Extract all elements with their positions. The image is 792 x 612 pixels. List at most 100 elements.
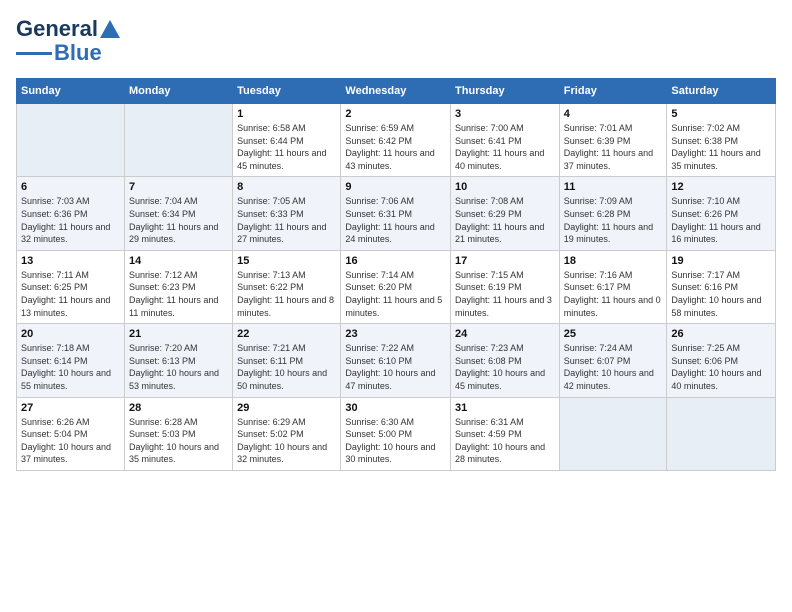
day-number: 31 bbox=[455, 402, 555, 414]
calendar-cell bbox=[17, 104, 125, 177]
day-number: 14 bbox=[129, 255, 228, 267]
calendar-cell: 21 Sunrise: 7:20 AMSunset: 6:13 PMDayligh… bbox=[124, 324, 232, 397]
logo-general: General bbox=[16, 16, 98, 42]
day-number: 3 bbox=[455, 108, 555, 120]
calendar-cell: 4 Sunrise: 7:01 AMSunset: 6:39 PMDaylight… bbox=[559, 104, 667, 177]
calendar-cell: 17 Sunrise: 7:15 AMSunset: 6:19 PMDayligh… bbox=[451, 250, 560, 323]
day-detail: Sunrise: 7:14 AMSunset: 6:20 PMDaylight:… bbox=[345, 269, 446, 319]
day-number: 24 bbox=[455, 328, 555, 340]
day-number: 16 bbox=[345, 255, 446, 267]
day-detail: Sunrise: 7:02 AMSunset: 6:38 PMDaylight:… bbox=[671, 122, 771, 172]
logo-blue: Blue bbox=[54, 40, 102, 66]
calendar-cell bbox=[124, 104, 232, 177]
calendar-cell: 19Sunrise: 7:17 AMSunset: 6:16 PMDayligh… bbox=[667, 250, 776, 323]
calendar-cell: 24 Sunrise: 7:23 AMSunset: 6:08 PMDayligh… bbox=[451, 324, 560, 397]
calendar-cell: 22 Sunrise: 7:21 AMSunset: 6:11 PMDayligh… bbox=[233, 324, 341, 397]
calendar-cell: 31 Sunrise: 6:31 AMSunset: 4:59 PMDayligh… bbox=[451, 397, 560, 470]
day-number: 20 bbox=[21, 328, 120, 340]
calendar-week-4: 20 Sunrise: 7:18 AMSunset: 6:14 PMDayligh… bbox=[17, 324, 776, 397]
calendar-cell: 10 Sunrise: 7:08 AMSunset: 6:29 PMDayligh… bbox=[451, 177, 560, 250]
day-number: 9 bbox=[345, 181, 446, 193]
day-number: 7 bbox=[129, 181, 228, 193]
day-detail: Sunrise: 7:17 AMSunset: 6:16 PMDaylight:… bbox=[671, 269, 771, 319]
day-number: 18 bbox=[564, 255, 663, 267]
day-number: 12 bbox=[671, 181, 771, 193]
calendar-cell: 29 Sunrise: 6:29 AMSunset: 5:02 PMDayligh… bbox=[233, 397, 341, 470]
calendar-cell: 30 Sunrise: 6:30 AMSunset: 5:00 PMDayligh… bbox=[341, 397, 451, 470]
day-number: 21 bbox=[129, 328, 228, 340]
calendar-cell: 1Sunrise: 6:58 AMSunset: 6:44 PMDaylight… bbox=[233, 104, 341, 177]
day-detail: Sunrise: 7:10 AMSunset: 6:26 PMDaylight:… bbox=[671, 195, 771, 245]
day-detail: Sunrise: 7:08 AMSunset: 6:29 PMDaylight:… bbox=[455, 195, 555, 245]
calendar-cell: 9 Sunrise: 7:06 AMSunset: 6:31 PMDaylight… bbox=[341, 177, 451, 250]
calendar-cell: 16 Sunrise: 7:14 AMSunset: 6:20 PMDayligh… bbox=[341, 250, 451, 323]
calendar-week-1: 1Sunrise: 6:58 AMSunset: 6:44 PMDaylight… bbox=[17, 104, 776, 177]
day-detail: Sunrise: 6:31 AMSunset: 4:59 PMDaylight:… bbox=[455, 416, 555, 466]
day-detail: Sunrise: 7:01 AMSunset: 6:39 PMDaylight:… bbox=[564, 122, 663, 172]
day-detail: Sunrise: 6:26 AMSunset: 5:04 PMDaylight:… bbox=[21, 416, 120, 466]
day-detail: Sunrise: 7:20 AMSunset: 6:13 PMDaylight:… bbox=[129, 342, 228, 392]
day-detail: Sunrise: 7:18 AMSunset: 6:14 PMDaylight:… bbox=[21, 342, 120, 392]
calendar-cell: 28Sunrise: 6:28 AMSunset: 5:03 PMDayligh… bbox=[124, 397, 232, 470]
day-detail: Sunrise: 6:59 AMSunset: 6:42 PMDaylight:… bbox=[345, 122, 446, 172]
calendar-cell bbox=[667, 397, 776, 470]
calendar-cell: 6 Sunrise: 7:03 AMSunset: 6:36 PMDaylight… bbox=[17, 177, 125, 250]
day-detail: Sunrise: 7:12 AMSunset: 6:23 PMDaylight:… bbox=[129, 269, 228, 319]
calendar-table: SundayMondayTuesdayWednesdayThursdayFrid… bbox=[16, 78, 776, 471]
day-number: 5 bbox=[671, 108, 771, 120]
day-detail: Sunrise: 6:29 AMSunset: 5:02 PMDaylight:… bbox=[237, 416, 336, 466]
calendar-cell: 11 Sunrise: 7:09 AMSunset: 6:28 PMDayligh… bbox=[559, 177, 667, 250]
calendar-cell: 15 Sunrise: 7:13 AMSunset: 6:22 PMDayligh… bbox=[233, 250, 341, 323]
day-number: 8 bbox=[237, 181, 336, 193]
header-thursday: Thursday bbox=[451, 79, 560, 104]
calendar-week-3: 13Sunrise: 7:11 AMSunset: 6:25 PMDayligh… bbox=[17, 250, 776, 323]
calendar-cell: 7Sunrise: 7:04 AMSunset: 6:34 PMDaylight… bbox=[124, 177, 232, 250]
header-monday: Monday bbox=[124, 79, 232, 104]
day-detail: Sunrise: 7:00 AMSunset: 6:41 PMDaylight:… bbox=[455, 122, 555, 172]
calendar-cell: 13Sunrise: 7:11 AMSunset: 6:25 PMDayligh… bbox=[17, 250, 125, 323]
day-detail: Sunrise: 7:16 AMSunset: 6:17 PMDaylight:… bbox=[564, 269, 663, 319]
day-detail: Sunrise: 7:09 AMSunset: 6:28 PMDaylight:… bbox=[564, 195, 663, 245]
logo: General Blue bbox=[16, 16, 120, 66]
day-number: 28 bbox=[129, 402, 228, 414]
day-number: 10 bbox=[455, 181, 555, 193]
calendar-cell: 26Sunrise: 7:25 AMSunset: 6:06 PMDayligh… bbox=[667, 324, 776, 397]
calendar-week-5: 27Sunrise: 6:26 AMSunset: 5:04 PMDayligh… bbox=[17, 397, 776, 470]
header-saturday: Saturday bbox=[667, 79, 776, 104]
day-detail: Sunrise: 7:03 AMSunset: 6:36 PMDaylight:… bbox=[21, 195, 120, 245]
header: General Blue bbox=[16, 16, 776, 66]
header-sunday: Sunday bbox=[17, 79, 125, 104]
day-detail: Sunrise: 7:21 AMSunset: 6:11 PMDaylight:… bbox=[237, 342, 336, 392]
calendar-cell: 23 Sunrise: 7:22 AMSunset: 6:10 PMDayligh… bbox=[341, 324, 451, 397]
calendar-cell: 2Sunrise: 6:59 AMSunset: 6:42 PMDaylight… bbox=[341, 104, 451, 177]
day-number: 26 bbox=[671, 328, 771, 340]
day-detail: Sunrise: 7:05 AMSunset: 6:33 PMDaylight:… bbox=[237, 195, 336, 245]
logo-icon bbox=[100, 20, 120, 38]
calendar-cell: 20 Sunrise: 7:18 AMSunset: 6:14 PMDayligh… bbox=[17, 324, 125, 397]
header-wednesday: Wednesday bbox=[341, 79, 451, 104]
day-number: 25 bbox=[564, 328, 663, 340]
day-detail: Sunrise: 7:06 AMSunset: 6:31 PMDaylight:… bbox=[345, 195, 446, 245]
header-friday: Friday bbox=[559, 79, 667, 104]
day-number: 29 bbox=[237, 402, 336, 414]
day-number: 13 bbox=[21, 255, 120, 267]
day-detail: Sunrise: 7:15 AMSunset: 6:19 PMDaylight:… bbox=[455, 269, 555, 319]
day-detail: Sunrise: 6:30 AMSunset: 5:00 PMDaylight:… bbox=[345, 416, 446, 466]
calendar-cell: 5 Sunrise: 7:02 AMSunset: 6:38 PMDaylight… bbox=[667, 104, 776, 177]
day-number: 30 bbox=[345, 402, 446, 414]
calendar-cell: 14 Sunrise: 7:12 AMSunset: 6:23 PMDayligh… bbox=[124, 250, 232, 323]
day-number: 15 bbox=[237, 255, 336, 267]
day-number: 6 bbox=[21, 181, 120, 193]
day-number: 23 bbox=[345, 328, 446, 340]
calendar-cell: 3 Sunrise: 7:00 AMSunset: 6:41 PMDaylight… bbox=[451, 104, 560, 177]
day-number: 4 bbox=[564, 108, 663, 120]
day-detail: Sunrise: 7:23 AMSunset: 6:08 PMDaylight:… bbox=[455, 342, 555, 392]
calendar-cell: 18 Sunrise: 7:16 AMSunset: 6:17 PMDayligh… bbox=[559, 250, 667, 323]
day-number: 17 bbox=[455, 255, 555, 267]
day-detail: Sunrise: 7:22 AMSunset: 6:10 PMDaylight:… bbox=[345, 342, 446, 392]
header-tuesday: Tuesday bbox=[233, 79, 341, 104]
day-number: 22 bbox=[237, 328, 336, 340]
day-detail: Sunrise: 7:13 AMSunset: 6:22 PMDaylight:… bbox=[237, 269, 336, 319]
day-number: 1 bbox=[237, 108, 336, 120]
day-number: 11 bbox=[564, 181, 663, 193]
